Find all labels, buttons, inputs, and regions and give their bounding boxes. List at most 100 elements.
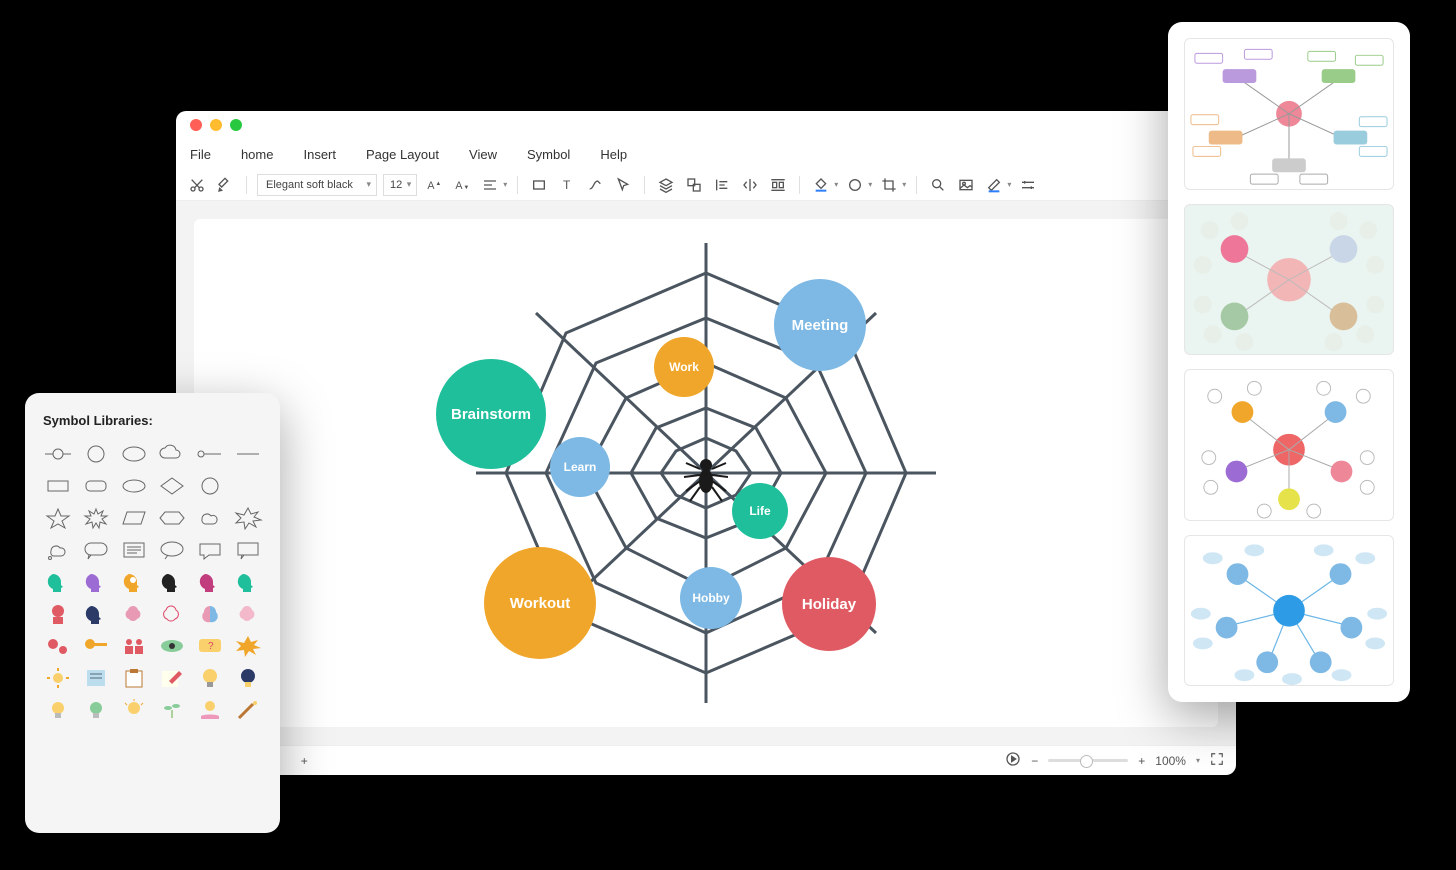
zoom-in-button[interactable]: +	[1138, 754, 1145, 768]
symbol-head-gear-icon[interactable]	[119, 570, 149, 594]
presentation-mode-icon[interactable]	[1005, 751, 1021, 770]
node-holiday[interactable]: Holiday	[782, 557, 876, 651]
symbol-sun-icon[interactable]	[43, 666, 73, 690]
font-size-select[interactable]: 12	[383, 174, 417, 196]
increase-font-icon[interactable]: A▲	[423, 174, 445, 196]
symbol-node-icon[interactable]	[43, 442, 73, 466]
symbol-parallelogram-icon[interactable]	[119, 506, 149, 530]
symbol-wand-icon[interactable]	[233, 698, 263, 722]
align-objects-icon[interactable]	[711, 174, 733, 196]
symbol-oval-callout-icon[interactable]	[157, 538, 187, 562]
symbol-edit-note-icon[interactable]	[157, 666, 187, 690]
symbol-rect-callout-icon[interactable]	[233, 538, 263, 562]
symbol-splash-icon[interactable]	[233, 634, 263, 658]
symbol-cloud-icon[interactable]	[157, 442, 187, 466]
line-color-dropdown[interactable]: ▾	[983, 174, 1011, 196]
symbol-circle2-icon[interactable]	[195, 474, 225, 498]
fullscreen-icon[interactable]	[1210, 752, 1224, 769]
symbol-star-icon[interactable]	[43, 506, 73, 530]
symbol-ellipse-icon[interactable]	[119, 442, 149, 466]
text-tool-icon[interactable]: T	[556, 174, 578, 196]
minimize-window-button[interactable]	[210, 119, 222, 131]
symbol-head-magenta-icon[interactable]	[195, 570, 225, 594]
node-meeting[interactable]: Meeting	[774, 279, 866, 371]
symbol-key-icon[interactable]	[81, 634, 111, 658]
format-painter-icon[interactable]	[214, 174, 236, 196]
add-page-button[interactable]: +	[301, 754, 308, 768]
fill-color-dropdown[interactable]: ▾	[810, 174, 838, 196]
symbol-cloud-callout-icon[interactable]	[43, 538, 73, 562]
template-thumbnail-3[interactable]	[1184, 369, 1394, 521]
text-align-dropdown[interactable]: ▾	[479, 174, 507, 196]
symbol-bulb-green-icon[interactable]	[81, 698, 111, 722]
layers-icon[interactable]	[655, 174, 677, 196]
connector-tool-icon[interactable]	[584, 174, 606, 196]
menu-file[interactable]: File	[190, 147, 211, 162]
symbol-explosion-icon[interactable]	[233, 506, 263, 530]
search-icon[interactable]	[927, 174, 949, 196]
symbol-brain-pink-icon[interactable]	[119, 602, 149, 626]
symbol-notebook-icon[interactable]	[81, 666, 111, 690]
group-icon[interactable]	[683, 174, 705, 196]
pointer-tool-icon[interactable]	[612, 174, 634, 196]
drawing-canvas[interactable]: Work Meeting Brainstorm Learn Life Worko…	[194, 219, 1218, 727]
symbol-burst-icon[interactable]	[81, 506, 111, 530]
menu-insert[interactable]: Insert	[303, 147, 336, 162]
flip-icon[interactable]	[739, 174, 761, 196]
symbol-speech-icon[interactable]	[195, 538, 225, 562]
node-workout[interactable]: Workout	[484, 547, 596, 659]
symbol-rect-icon[interactable]	[43, 474, 73, 498]
maximize-window-button[interactable]	[230, 119, 242, 131]
close-window-button[interactable]	[190, 119, 202, 131]
symbol-brain-pink2-icon[interactable]	[233, 602, 263, 626]
symbol-note-icon[interactable]	[119, 538, 149, 562]
zoom-out-button[interactable]: −	[1031, 754, 1038, 768]
template-thumbnail-2[interactable]	[1184, 204, 1394, 356]
symbol-people-icon[interactable]	[119, 634, 149, 658]
settings-icon[interactable]	[1017, 174, 1039, 196]
zoom-level-label[interactable]: 100%	[1155, 754, 1186, 768]
symbol-bulb-yellow-icon[interactable]	[43, 698, 73, 722]
menu-home[interactable]: home	[241, 147, 274, 162]
symbol-diamond-icon[interactable]	[157, 474, 187, 498]
symbol-brain-outline-icon[interactable]	[157, 602, 187, 626]
symbol-line-icon[interactable]	[233, 442, 263, 466]
symbol-blank-icon[interactable]	[233, 474, 263, 498]
symbol-connector-icon[interactable]	[195, 442, 225, 466]
symbol-headphones-icon[interactable]	[43, 602, 73, 626]
symbol-ellipse2-icon[interactable]	[119, 474, 149, 498]
symbol-hexagon-icon[interactable]	[157, 506, 187, 530]
symbol-head-purple-icon[interactable]	[81, 570, 111, 594]
node-brainstorm[interactable]: Brainstorm	[436, 359, 546, 469]
cut-icon[interactable]	[186, 174, 208, 196]
symbol-bulb-burst-icon[interactable]	[119, 698, 149, 722]
rectangle-shape-icon[interactable]	[528, 174, 550, 196]
distribute-icon[interactable]	[767, 174, 789, 196]
symbol-head-black-icon[interactable]	[157, 570, 187, 594]
symbol-chat-question-icon[interactable]: ?	[195, 634, 225, 658]
zoom-slider[interactable]	[1048, 759, 1128, 762]
symbol-idea-bulb-icon[interactable]	[233, 666, 263, 690]
symbol-circle-icon[interactable]	[81, 442, 111, 466]
menu-page-layout[interactable]: Page Layout	[366, 147, 439, 162]
node-work[interactable]: Work	[654, 337, 714, 397]
crop-dropdown[interactable]: ▾	[878, 174, 906, 196]
symbol-brain-split-icon[interactable]	[195, 602, 225, 626]
node-life[interactable]: Life	[732, 483, 788, 539]
symbol-head-navy-icon[interactable]	[81, 602, 111, 626]
symbol-rounded-callout-icon[interactable]	[81, 538, 111, 562]
node-hobby[interactable]: Hobby	[680, 567, 742, 629]
symbol-hand-bulb-icon[interactable]	[195, 698, 225, 722]
symbol-clipboard-icon[interactable]	[119, 666, 149, 690]
symbol-thought-icon[interactable]	[195, 506, 225, 530]
font-family-select[interactable]: Elegant soft black	[257, 174, 377, 196]
menu-view[interactable]: View	[469, 147, 497, 162]
node-learn[interactable]: Learn	[550, 437, 610, 497]
picture-icon[interactable]	[955, 174, 977, 196]
template-thumbnail-1[interactable]	[1184, 38, 1394, 190]
menu-help[interactable]: Help	[600, 147, 627, 162]
symbol-lightbulb-icon[interactable]	[195, 666, 225, 690]
shape-style-dropdown[interactable]: ▾	[844, 174, 872, 196]
symbol-head-teal-icon[interactable]	[233, 570, 263, 594]
symbol-head-green-icon[interactable]	[43, 570, 73, 594]
